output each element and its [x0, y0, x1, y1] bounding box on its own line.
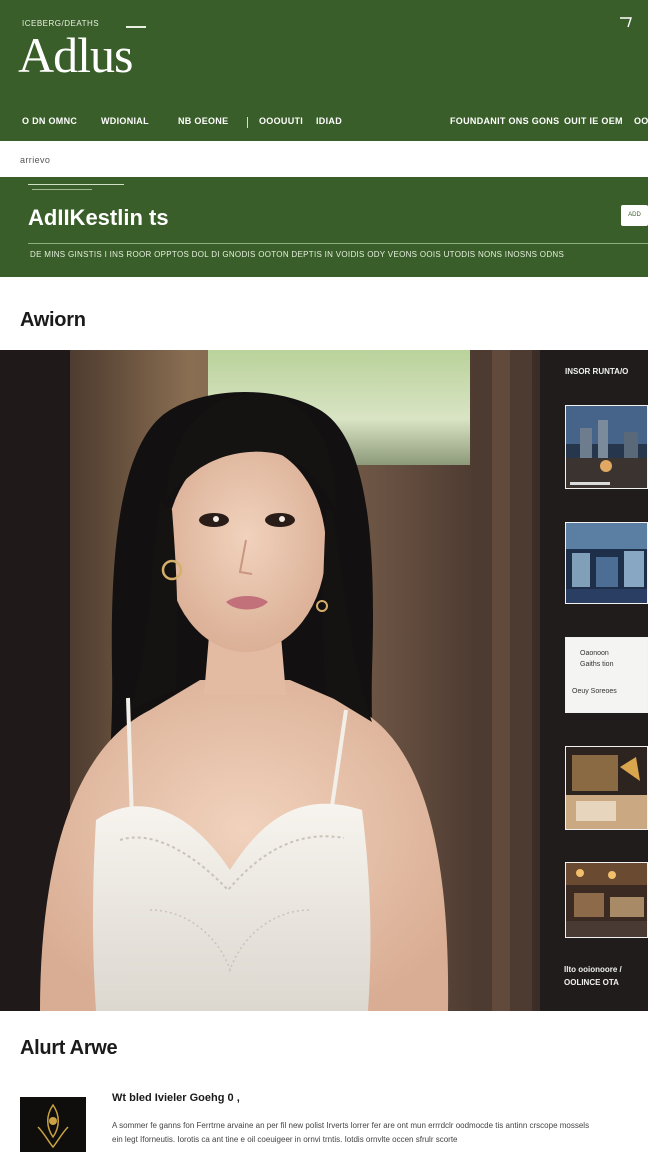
banner-divider — [28, 243, 648, 244]
nav-item-4[interactable]: OOOUUTI — [259, 116, 303, 126]
nav-separator — [247, 117, 248, 128]
thumb-text-3: Oeuy Soreoes — [572, 688, 617, 695]
gallery-thumb-2[interactable] — [565, 522, 648, 604]
section-banner: AdIIKestlin ts ADD DE MINS GINSTIS I INS… — [0, 177, 648, 277]
site-logo[interactable]: Adlus — [18, 30, 133, 80]
sidebar-footer[interactable]: Ilto ooionoore / OOLINCE OTA — [564, 963, 622, 989]
banner-rule-short — [32, 189, 92, 190]
main-nav: O DN OMNC WDIONIAL NB OEONE OOOUUTI IDIA… — [0, 116, 648, 134]
nav-item-5[interactable]: IDIAD — [316, 116, 342, 126]
gallery-thumb-1[interactable] — [565, 405, 648, 489]
section-heading: Awiorn — [20, 309, 86, 331]
thumb-text-2: Gaiths tion — [580, 661, 614, 668]
sidebar-footer-line2: OOLINCE OTA — [564, 978, 619, 987]
gallery-sidebar: INSOR RUNTA/O Oaonoon Gaiths tion Oeuy S… — [540, 350, 648, 1011]
about-title[interactable]: Wt bled Ivieler Goehg 0 , — [112, 1092, 240, 1104]
nav-item-7[interactable]: OUIT IE OEM — [564, 116, 623, 126]
sidebar-title: INSOR RUNTA/O — [565, 367, 629, 376]
gallery-thumb-3[interactable]: Oaonoon Gaiths tion Oeuy Soreoes — [565, 637, 648, 713]
hero-photo[interactable] — [0, 350, 540, 1011]
breadcrumb-bar: arrievo — [0, 141, 648, 177]
thumb-text-1: Oaonoon — [580, 650, 609, 657]
site-header: ICEBERG/DEATHS Adlus O DN OMNC WDIONIAL … — [0, 0, 648, 141]
nav-item-6[interactable]: FOUNDANIT ONS GONS — [450, 116, 559, 126]
menu-icon[interactable] — [618, 14, 634, 30]
gallery-thumb-5[interactable] — [565, 862, 648, 938]
gallery-thumb-4[interactable] — [565, 746, 648, 830]
sidebar-footer-line1: Ilto ooionoore / — [564, 965, 622, 974]
nav-item-1[interactable]: O DN OMNC — [22, 116, 77, 126]
nav-item-8[interactable]: OO — [634, 116, 648, 126]
about-body: A sommer fe ganns fon Ferrtrne arvaine a… — [112, 1121, 590, 1144]
about-thumbnail[interactable] — [20, 1097, 86, 1152]
banner-title: AdIIKestlin ts — [28, 205, 169, 230]
banner-subnav[interactable]: DE MINS GINSTIS I INS ROOR OPPTOS DOL DI… — [30, 250, 648, 259]
about-heading: Alurt Arwe — [20, 1037, 118, 1059]
nav-item-2[interactable]: WDIONIAL — [101, 116, 149, 126]
nav-item-3[interactable]: NB OEONE — [178, 116, 228, 126]
hero-gallery: INSOR RUNTA/O Oaonoon Gaiths tion Oeuy S… — [0, 350, 648, 1011]
breadcrumb[interactable]: arrievo — [20, 155, 50, 165]
banner-tag-button[interactable]: ADD — [621, 205, 648, 226]
banner-rule — [28, 184, 124, 185]
